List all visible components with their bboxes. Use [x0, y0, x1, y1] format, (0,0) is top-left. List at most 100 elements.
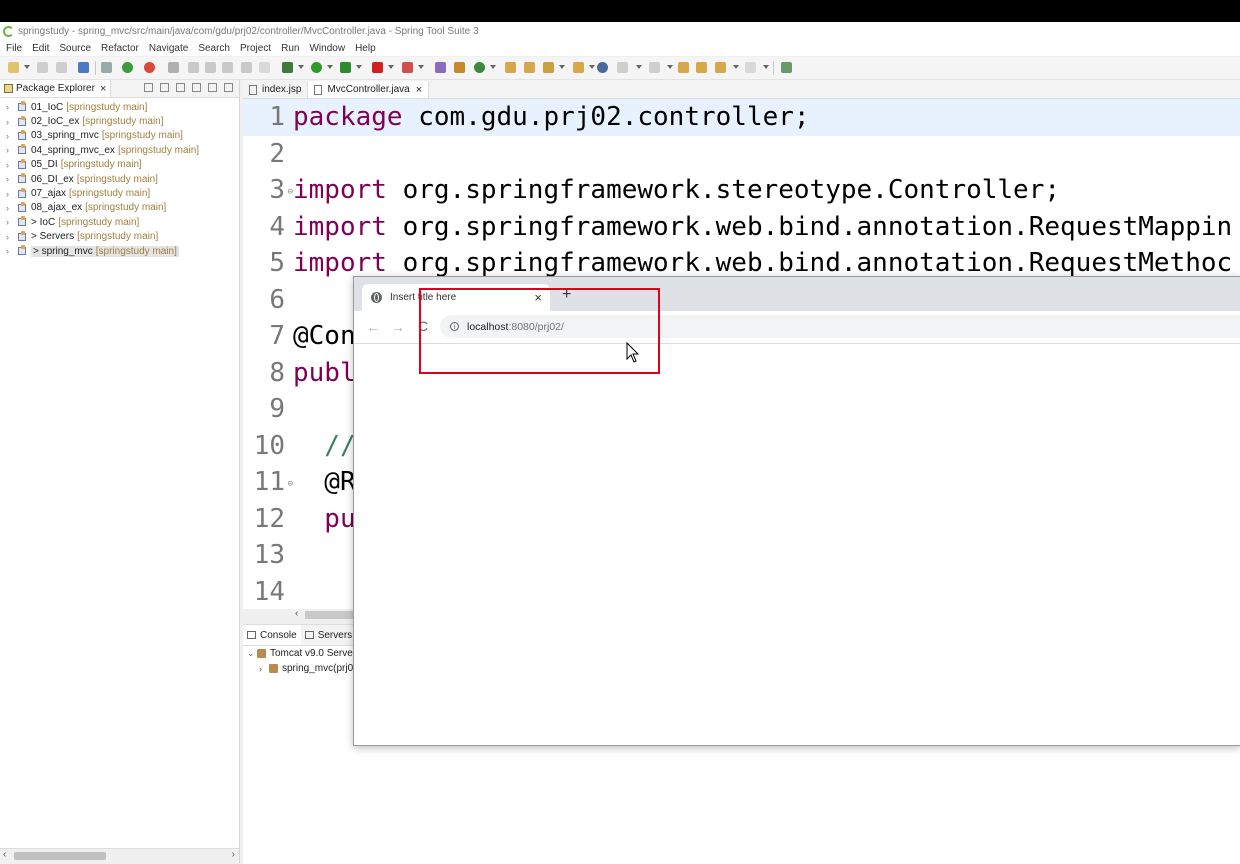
pin-icon[interactable] — [168, 62, 179, 73]
search-icon[interactable] — [543, 62, 554, 73]
tab-mvccontroller-java[interactable]: MvcController.java × — [308, 81, 430, 98]
run-icon[interactable] — [311, 62, 322, 73]
debug-icon[interactable] — [282, 62, 293, 73]
tab-servers[interactable]: Servers — [301, 625, 356, 645]
save-icon[interactable] — [37, 62, 48, 73]
deploy-dropdown-icon[interactable] — [418, 65, 424, 69]
tree-item-02-ioc-ex[interactable]: › 02_IoC_ex [springstudy main] — [0, 114, 239, 128]
menu-edit[interactable]: Edit — [27, 43, 54, 54]
chevron-right-icon[interactable]: › — [6, 117, 14, 127]
package-explorer-tab[interactable]: Package Explorer × — [0, 80, 112, 97]
menu-window[interactable]: Window — [304, 43, 350, 54]
tree-item-05-di[interactable]: › 05_DI [springstudy main] — [0, 158, 239, 172]
new-dropdown-icon[interactable] — [24, 65, 30, 69]
tree-item-03-spring-mvc[interactable]: › 03_spring_mvc [springstudy main] — [0, 129, 239, 143]
code-line[interactable]: 3 ⊖ import org.springframework.stereotype.… — [243, 172, 1240, 209]
close-icon[interactable]: × — [100, 83, 106, 95]
chevron-right-icon[interactable]: › — [6, 217, 14, 227]
chevron-down-icon[interactable]: ⌄ — [247, 648, 257, 659]
forward-button[interactable]: → — [391, 319, 405, 335]
explorer-horizontal-scrollbar[interactable]: ‹ › — [0, 848, 239, 863]
open-type-icon[interactable] — [505, 62, 516, 73]
perspective-icon[interactable] — [781, 62, 792, 73]
format-icon[interactable] — [205, 62, 216, 73]
chevron-right-icon[interactable]: › — [6, 131, 14, 141]
debug-dropdown-icon[interactable] — [298, 65, 304, 69]
next-annotation-icon[interactable] — [649, 62, 660, 73]
tree-item-servers[interactable]: › > Servers [springstudy main] — [0, 230, 239, 244]
tree-item-01-ioc[interactable]: › 01_IoC [springstudy main] — [0, 100, 239, 114]
new-class-icon[interactable] — [474, 62, 485, 73]
deploy-icon[interactable] — [402, 62, 413, 73]
tab-console[interactable]: Console — [243, 625, 301, 645]
history-dropdown-icon[interactable] — [733, 65, 739, 69]
code-line[interactable]: 4 import org.springframework.web.bind.ann… — [243, 209, 1240, 246]
annotation-icon[interactable] — [617, 62, 628, 73]
search-dropdown-icon[interactable] — [559, 65, 565, 69]
back-icon[interactable] — [696, 62, 707, 73]
menu-source[interactable]: Source — [54, 43, 96, 54]
boot-dashboard-icon[interactable] — [122, 62, 133, 73]
save-all-icon[interactable] — [56, 62, 67, 73]
forward-icon[interactable] — [745, 62, 756, 73]
skip-breakpoints-icon[interactable] — [101, 62, 112, 73]
run-dropdown-icon[interactable] — [327, 65, 333, 69]
menu-run[interactable]: Run — [276, 43, 304, 54]
view-menu-icon[interactable] — [192, 83, 201, 92]
collapse-all-icon[interactable] — [144, 83, 153, 92]
chevron-right-icon[interactable]: › — [6, 246, 14, 256]
menu-help[interactable]: Help — [350, 43, 381, 54]
scroll-right-icon[interactable]: › — [232, 849, 235, 860]
annotation-dropdown-icon[interactable] — [636, 65, 642, 69]
fold-toggle-icon[interactable]: ⊖ — [288, 479, 293, 489]
tree-item-08-ajax-ex[interactable]: › 08_ajax_ex [springstudy main] — [0, 201, 239, 215]
new-package-icon[interactable] — [454, 62, 465, 73]
new-icon[interactable] — [8, 62, 19, 73]
tree-item-spring-mvc[interactable]: › > spring_mvc [springstudy main] — [0, 244, 239, 258]
scroll-left-icon[interactable]: ‹ — [295, 608, 298, 619]
terminal-icon[interactable] — [78, 62, 89, 73]
stop-icon[interactable] — [372, 62, 383, 73]
menu-search[interactable]: Search — [193, 43, 235, 54]
chevron-right-icon[interactable]: › — [6, 102, 14, 112]
chevron-right-icon[interactable]: › — [6, 174, 14, 184]
maximize-icon[interactable] — [224, 83, 233, 92]
chevron-right-icon[interactable]: › — [6, 145, 14, 155]
chevron-right-icon[interactable]: › — [6, 203, 14, 213]
tree-item-07-ajax[interactable]: › 07_ajax [springstudy main] — [0, 186, 239, 200]
menu-refactor[interactable]: Refactor — [96, 43, 144, 54]
minimize-icon[interactable] — [208, 83, 217, 92]
forward-history-icon[interactable] — [715, 62, 726, 73]
link-editor-icon[interactable] — [160, 83, 169, 92]
last-edit-icon[interactable] — [678, 62, 689, 73]
class-dropdown-icon[interactable] — [490, 65, 496, 69]
menu-file[interactable]: File — [0, 43, 27, 54]
edit-icon[interactable] — [188, 62, 199, 73]
browser-icon[interactable] — [597, 62, 608, 73]
close-icon[interactable]: × — [416, 84, 422, 96]
open-task-icon[interactable] — [573, 62, 584, 73]
tree-item-ioc[interactable]: › > IoC [springstudy main] — [0, 215, 239, 229]
next-dropdown-icon[interactable] — [667, 65, 673, 69]
chevron-right-icon[interactable]: › — [6, 189, 14, 199]
tree-item-04-spring-mvc-ex[interactable]: › 04_spring_mvc_ex [springstudy main] — [0, 143, 239, 157]
back-button[interactable]: ← — [366, 319, 380, 335]
code-line[interactable]: 1 package com.gdu.prj02.controller; — [243, 99, 1240, 136]
fold-toggle-icon[interactable]: ⊖ — [288, 187, 293, 197]
tree-item-06-di-ex[interactable]: › 06_DI_ex [springstudy main] — [0, 172, 239, 186]
refresh-icon[interactable] — [144, 62, 155, 73]
scroll-left-icon[interactable]: ‹ — [3, 849, 6, 860]
code-line[interactable]: 2 — [243, 136, 1240, 173]
scrollbar-thumb[interactable] — [14, 852, 106, 860]
task-dropdown-icon[interactable] — [589, 65, 595, 69]
open-resource-icon[interactable] — [524, 62, 535, 73]
tools-dropdown-icon[interactable] — [356, 65, 362, 69]
toggle-icon[interactable] — [222, 62, 233, 73]
whitespace-icon[interactable] — [259, 62, 270, 73]
forward-dropdown-icon[interactable] — [763, 65, 769, 69]
chevron-right-icon[interactable]: › — [6, 160, 14, 170]
stop-dropdown-icon[interactable] — [388, 65, 394, 69]
focus-icon[interactable] — [176, 83, 185, 92]
chevron-right-icon[interactable]: › — [6, 232, 14, 242]
chevron-right-icon[interactable]: › — [259, 664, 269, 674]
